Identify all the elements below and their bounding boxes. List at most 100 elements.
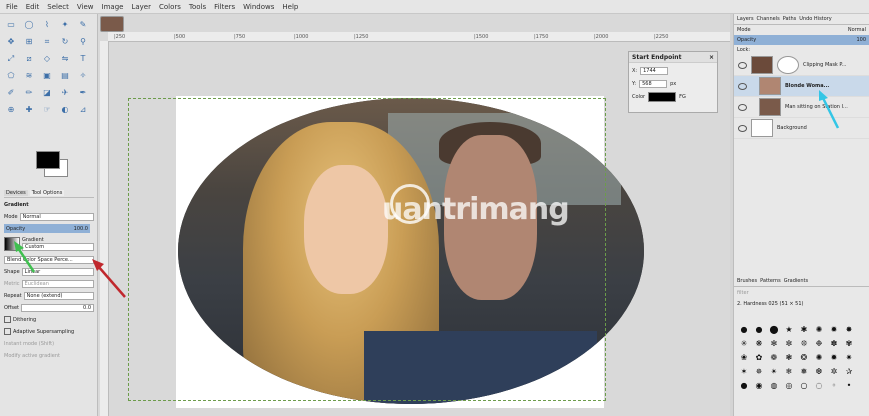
layer-row[interactable]: Blonde Woma...	[734, 76, 869, 97]
menu-colors[interactable]: Colors	[159, 3, 181, 11]
menu-layer[interactable]: Layer	[131, 3, 151, 11]
brush-item[interactable]: ❁	[768, 352, 780, 363]
brush-item[interactable]: ✾	[843, 338, 855, 349]
layer-row[interactable]: Man sitting on Station I...	[734, 97, 869, 118]
shape-select[interactable]: Linear	[21, 267, 94, 276]
brush-item[interactable]: ✳	[738, 338, 750, 349]
free-select-icon[interactable]: ⌇	[40, 18, 54, 31]
brush-item[interactable]: ❊	[798, 338, 810, 349]
tab-devices[interactable]: Devices	[4, 189, 28, 196]
perspective-icon[interactable]: ◇	[40, 52, 54, 65]
mode-select[interactable]: Normal	[19, 212, 94, 221]
shear-icon[interactable]: ⧄	[22, 52, 36, 65]
rect-select-icon[interactable]: ▭	[4, 18, 18, 31]
brush-item[interactable]: ✺	[813, 352, 825, 363]
brush-item[interactable]: ✵	[753, 366, 765, 377]
brush-item[interactable]: ◎	[783, 380, 795, 391]
modify-row[interactable]: Modify active gradient	[4, 350, 94, 361]
clone-icon[interactable]: ⊕	[4, 103, 18, 116]
brush-item[interactable]: ✰	[843, 366, 855, 377]
brush-item[interactable]: ◌	[813, 380, 825, 391]
brush-item[interactable]: ❋	[753, 338, 765, 349]
blend-color-space-select[interactable]: Blend Color Space Perce...	[4, 255, 94, 264]
move-icon[interactable]: ✥	[4, 35, 18, 48]
tab-tool-options[interactable]: Tool Options	[29, 189, 65, 196]
smudge-icon[interactable]: ☞	[40, 103, 54, 116]
close-icon[interactable]: ×	[709, 54, 714, 61]
brush-item[interactable]: ◉	[753, 380, 765, 391]
x-input[interactable]: 1744	[640, 66, 669, 75]
ellipse-select-icon[interactable]: ◯	[22, 18, 36, 31]
brush-item[interactable]: ✲	[828, 366, 840, 377]
brush-item[interactable]: ✻	[768, 338, 780, 349]
brush-item[interactable]: ❄	[783, 366, 795, 377]
brush-item[interactable]: ✺	[813, 324, 825, 335]
brush-item[interactable]: ●	[753, 324, 765, 335]
repeat-select[interactable]: None (extend)	[23, 291, 94, 300]
gradient-select[interactable]: Custom	[22, 243, 94, 251]
gradient-preview[interactable]	[4, 237, 20, 251]
brush-item[interactable]: ●	[738, 380, 750, 391]
warp-icon[interactable]: ≋	[22, 69, 36, 82]
scale-icon[interactable]: ⤢	[4, 52, 18, 65]
image-tab-thumbnail[interactable]	[100, 16, 124, 32]
brush-item[interactable]: ❂	[798, 352, 810, 363]
rotate-icon[interactable]: ↻	[58, 35, 72, 48]
menu-help[interactable]: Help	[282, 3, 298, 11]
menu-view[interactable]: View	[77, 3, 94, 11]
brush-item[interactable]: ✴	[768, 366, 780, 377]
dodge-icon[interactable]: ◐	[58, 103, 72, 116]
ink-icon[interactable]: ✒	[76, 86, 90, 99]
eye-icon[interactable]	[738, 61, 747, 69]
layer-row[interactable]: Clipping Mask P...	[734, 55, 869, 76]
brush-item[interactable]: ❀	[738, 352, 750, 363]
brush-item[interactable]: ⬤	[768, 324, 780, 335]
bucket-fill-icon[interactable]: ▣	[40, 69, 54, 82]
menu-image[interactable]: Image	[102, 3, 124, 11]
menu-tools[interactable]: Tools	[189, 3, 206, 11]
endpoint-color-swatch[interactable]	[648, 91, 677, 102]
brush-item[interactable]: ✱	[798, 324, 810, 335]
adaptive-checkbox[interactable]	[4, 328, 11, 335]
layer-opacity-slider[interactable]: Opacity 100	[734, 35, 869, 45]
menu-edit[interactable]: Edit	[26, 3, 40, 11]
heal-icon[interactable]: ✚	[22, 103, 36, 116]
fuzzy-select-icon[interactable]: ✦	[58, 18, 72, 31]
brush-item[interactable]: ✼	[783, 338, 795, 349]
tab-paths[interactable]: Paths	[783, 16, 797, 22]
unit-select[interactable]: px	[670, 81, 676, 87]
brush-item[interactable]: ✷	[843, 352, 855, 363]
brush-item[interactable]: ❆	[813, 366, 825, 377]
menu-windows[interactable]: Windows	[243, 3, 274, 11]
pencil-icon[interactable]: ✏	[22, 86, 36, 99]
layer-mode-select[interactable]: Normal	[848, 27, 866, 33]
brush-item[interactable]: ●	[738, 324, 750, 335]
paintbrush-icon[interactable]: ✐	[4, 86, 18, 99]
foreground-color-swatch[interactable]	[36, 151, 60, 169]
brush-item[interactable]: ✸	[843, 324, 855, 335]
color-picker-icon[interactable]: ✧	[76, 69, 90, 82]
brush-item[interactable]: ✿	[753, 352, 765, 363]
color-value[interactable]: FG	[679, 94, 686, 100]
brush-item[interactable]: ❉	[813, 338, 825, 349]
text-icon[interactable]: T	[76, 52, 90, 65]
y-input[interactable]: 568	[639, 79, 668, 88]
menu-select[interactable]: Select	[47, 3, 69, 11]
brush-item[interactable]: ❃	[783, 352, 795, 363]
eraser-icon[interactable]: ◪	[40, 86, 54, 99]
offset-value[interactable]: 0.0	[21, 303, 94, 312]
brush-item[interactable]: •	[843, 380, 855, 391]
adaptive-row[interactable]: Adaptive Supersampling	[4, 326, 94, 337]
tab-patterns[interactable]: Patterns	[760, 278, 781, 284]
brush-item[interactable]: ○	[798, 380, 810, 391]
brush-item[interactable]: ❅	[798, 366, 810, 377]
measure-icon[interactable]: ⊿	[76, 103, 90, 116]
layer-row[interactable]: Background	[734, 118, 869, 139]
menu-file[interactable]: File	[6, 3, 18, 11]
tab-brushes[interactable]: Brushes	[737, 278, 757, 284]
menu-filters[interactable]: Filters	[214, 3, 235, 11]
tab-channels[interactable]: Channels	[757, 16, 780, 22]
zoom-icon[interactable]: ⚲	[76, 35, 90, 48]
gradient-icon[interactable]: ▤	[58, 69, 72, 82]
color-swatches[interactable]	[30, 149, 70, 189]
